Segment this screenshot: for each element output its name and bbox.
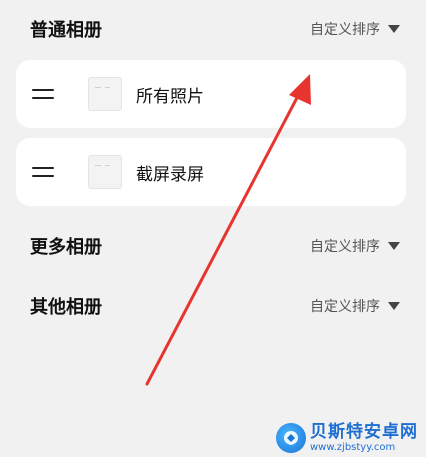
watermark-logo-icon [276, 423, 306, 453]
album-name: 截屏录屏 [136, 164, 204, 185]
other-albums-header[interactable]: 其他相册 自定义排序 [30, 291, 400, 321]
album-thumbnail [88, 155, 122, 189]
caret-down-icon [388, 242, 400, 250]
more-albums-header[interactable]: 更多相册 自定义排序 [30, 231, 400, 261]
more-albums-sort-dropdown[interactable]: 自定义排序 [310, 236, 400, 256]
normal-albums-title: 普通相册 [30, 20, 102, 41]
other-albums-sort-dropdown[interactable]: 自定义排序 [310, 296, 400, 316]
sort-label: 自定义排序 [310, 239, 380, 255]
sort-label: 自定义排序 [310, 299, 380, 315]
album-name: 所有照片 [136, 86, 204, 107]
drag-handle-icon[interactable] [32, 167, 54, 177]
more-albums-title: 更多相册 [30, 237, 102, 258]
watermark-name: 贝斯特安卓网 [310, 421, 418, 442]
caret-down-icon [388, 25, 400, 33]
sort-label: 自定义排序 [310, 22, 380, 38]
other-albums-title: 其他相册 [30, 297, 102, 318]
album-item-screenshots[interactable]: 截屏录屏 [16, 138, 406, 206]
normal-albums-sort-dropdown[interactable]: 自定义排序 [310, 19, 400, 39]
normal-albums-header: 普通相册 自定义排序 [30, 14, 400, 44]
album-thumbnail [88, 77, 122, 111]
album-item-all-photos[interactable]: 所有照片 [16, 60, 406, 128]
drag-handle-icon[interactable] [32, 89, 54, 99]
watermark-url: www.zjbstyy.com [310, 441, 396, 453]
caret-down-icon [388, 302, 400, 310]
watermark-text: 贝斯特安卓网 www.zjbstyy.com [310, 421, 418, 453]
watermark: 贝斯特安卓网 www.zjbstyy.com [276, 423, 418, 453]
